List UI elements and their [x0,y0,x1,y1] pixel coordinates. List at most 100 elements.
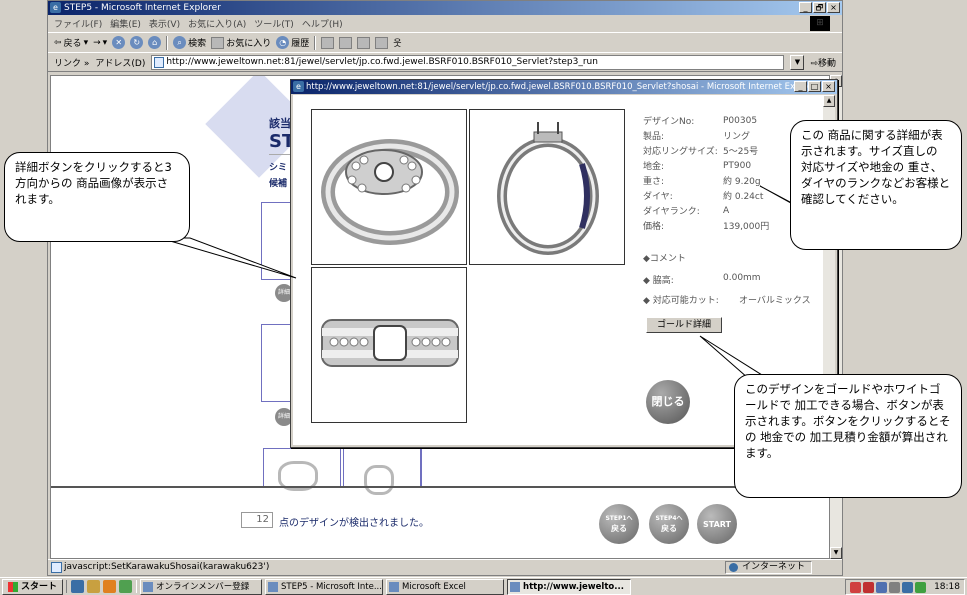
callout-right-bottom: このデザインをゴールドやホワイトゴールドで 加工できる場合、ボタンが表示されます… [734,374,962,498]
media-quicklaunch-icon[interactable] [103,580,117,593]
close-popup-button[interactable]: 閉じる [646,380,690,424]
nav-top-label: STEP4へ [655,514,683,522]
edit-button[interactable] [357,36,371,49]
back-to-step1-button[interactable]: STEP1へ 戻る [599,504,639,544]
tray-icon[interactable] [889,581,901,593]
tray-icon[interactable] [902,581,914,593]
discuss-button[interactable] [375,36,389,49]
mail-button[interactable] [321,36,335,49]
print-button[interactable] [339,36,353,49]
edit-icon [357,36,371,49]
back-label: 戻る [63,39,82,49]
start-label: スタート [21,581,58,592]
print-icon [339,36,353,49]
product-thumbnail[interactable] [261,202,293,280]
ring-top-image [321,319,459,367]
gold-detail-button[interactable]: ゴールド詳細 [646,317,722,333]
refresh-button[interactable]: ↻ [130,36,144,49]
history-button[interactable]: ◔ 履歴 [276,36,309,49]
stop-button[interactable]: ✕ [112,36,126,49]
dropdown-icon: ▾ [83,37,89,48]
start-button[interactable]: スタート [2,578,64,595]
system-tray: 18:18 [845,579,965,595]
favorites-button[interactable]: お気に入り [211,36,271,49]
close-button[interactable]: × [827,2,840,13]
discuss-icon [375,36,389,49]
spec-row: 重さ: 約 9.20g [643,173,769,188]
ring-image [364,465,394,495]
links-label[interactable]: リンク » [54,56,89,69]
taskbar-item-active[interactable]: http://www.jewelto... [507,578,632,595]
popup-titlebar[interactable]: e http://www.jeweltown.net:81/jewel/serv… [291,80,837,94]
taskbar-item[interactable]: STEP5 - Microsoft Inte... [265,578,384,595]
window-title: STEP5 - Microsoft Internet Explorer [64,3,221,13]
popup-minimize-button[interactable]: _ [794,81,807,92]
desktop-quicklaunch-icon[interactable] [119,580,133,593]
ie-icon: e [293,81,304,92]
popup-title: http://www.jeweltown.net:81/jewel/servle… [306,82,821,92]
taskbar-item[interactable]: Microsoft Excel [386,578,505,595]
forward-arrow-icon: → [93,37,101,48]
spec-label: 製品: [643,132,665,142]
address-input[interactable]: http://www.jeweltown.net:81/jewel/servle… [151,54,785,70]
outlook-quicklaunch-icon[interactable] [87,580,101,593]
scroll-up-icon[interactable]: ▲ [823,95,835,107]
search-button[interactable]: ⌕ 検索 [173,36,206,49]
tray-icon[interactable] [850,581,862,593]
favorites-icon [211,36,225,49]
start-over-button[interactable]: START [697,504,737,544]
product-thumbnail[interactable] [263,448,341,491]
spec-value: PT900 [723,160,752,171]
product-thumbnail[interactable] [261,324,293,402]
page-icon [51,562,62,573]
home-icon: ⌂ [148,36,162,49]
column-divider [421,448,422,488]
back-to-step4-button[interactable]: STEP4へ 戻る [649,504,689,544]
minimize-button[interactable]: _ [799,2,812,13]
callout-right-top: この 商品に関する詳細が表示されます。サイズ直しの 対応サイズや地金の 重さ、ダ… [790,120,962,250]
spec-label: 地金: [643,162,665,172]
taskbar: スタート オンラインメンバー登録 STEP5 - Microsoft Inte.… [0,577,967,595]
spec-label: 重さ: [643,177,665,187]
height-value: 0.00mm [723,273,761,283]
go-button[interactable]: ⇨移動 [810,56,842,69]
ie-quicklaunch-icon[interactable] [71,580,85,593]
search-icon: ⌕ [173,36,187,49]
taskbar-item[interactable]: オンラインメンバー登録 [140,578,263,595]
messenger-button[interactable]: 웃 [393,36,401,49]
window-titlebar[interactable]: e STEP5 - Microsoft Internet Explorer _ … [48,1,842,15]
ie-icon: e [50,2,61,13]
popup-close-button[interactable]: × [822,81,835,92]
ring-angle-image [321,139,459,245]
tray-icon[interactable] [876,581,888,593]
nav-bottom-label: 戻る [611,523,627,533]
scroll-down-icon[interactable]: ▼ [830,547,842,559]
product-thumbnail[interactable] [343,448,421,495]
forward-button[interactable]: → ▾ [93,38,107,48]
restore-button[interactable]: 🗗 [813,2,826,13]
history-icon: ◔ [276,36,290,49]
page-heading-partial: 該当 [269,117,291,130]
tray-icon[interactable] [863,581,875,593]
nav-bottom-label: 戻る [661,523,677,533]
menu-tools[interactable]: ツール(T) [254,17,294,30]
spec-table: デザインNo: P00305 製品: リング 対応リングサイズ: 5～25号 地金: P… [643,113,769,233]
page-subheading-partial: シミ [269,163,288,173]
menu-view[interactable]: 表示(V) [149,17,180,30]
tray-icon[interactable] [915,581,927,593]
cut-row: ◆ 対応可能カット: オーバルミックス [643,293,811,306]
spec-value: 約 0.24ct [723,192,764,202]
menu-file[interactable]: ファイル(F) [54,17,102,30]
menu-edit[interactable]: 編集(E) [110,17,141,30]
back-button[interactable]: ⇦ 戻る ▾ [54,36,89,50]
spec-value: 139,000円 [723,222,770,232]
menu-help[interactable]: ヘルプ(H) [302,17,343,30]
page-subheading-partial: 候補 [269,179,288,189]
menu-favorites[interactable]: お気に入り(A) [188,17,246,30]
popup-maximize-button[interactable]: □ [808,81,821,92]
spec-row: 対応リングサイズ: 5～25号 [643,143,769,158]
address-dropdown-button[interactable]: ▼ [790,54,805,70]
nav-bottom-label: START [702,519,732,529]
cut-value: オーバルミックス [739,296,811,306]
home-button[interactable]: ⌂ [148,36,162,49]
